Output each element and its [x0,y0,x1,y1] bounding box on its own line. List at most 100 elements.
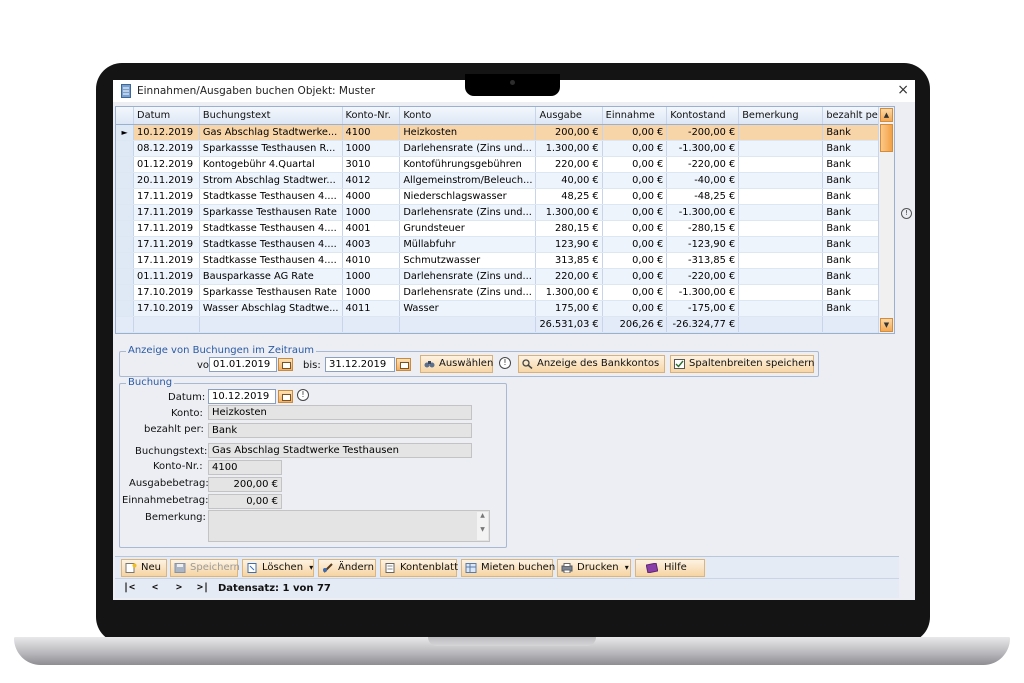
table-row[interactable]: 17.10.2019 Wasser Abschlag Stadtwe... 4011… [116,300,894,317]
row-indicator[interactable] [116,140,135,157]
booking-text-field[interactable]: Gas Abschlag Stadtwerke Testhausen [208,443,472,458]
next-record-button[interactable]: > [169,581,189,597]
first-record-button[interactable]: |< [119,581,139,597]
grid-cell: 1000 [342,140,401,157]
table-row[interactable]: ► 10.12.2019 Gas Abschlag Stadtwerke... 410… [116,124,894,141]
close-button[interactable]: × [897,82,909,98]
grid-column-header[interactable]: Konto-Nr. [342,107,401,125]
row-indicator[interactable] [116,156,135,173]
grid-column-header[interactable]: Einnahme [602,107,668,125]
info-icon[interactable]: ! [499,357,511,369]
booking-calendar-icon[interactable] [278,390,293,403]
table-row[interactable]: 17.10.2019 Sparkasse Testhausen Rate 1000 D… [116,284,894,301]
row-indicator[interactable] [116,204,135,221]
save-column-widths-button[interactable]: Spaltenbreiten speichern [670,355,815,373]
from-date-input[interactable]: 01.01.2019 [209,357,277,372]
grid-column-header[interactable]: Ausgabe [535,107,603,125]
previous-record-button[interactable]: < [145,581,165,597]
grid-cell: Kontogebühr 4.Quartal [199,156,343,173]
chevron-down-icon[interactable]: ▾ [309,563,313,572]
expense-amount-field[interactable]: 200,00 € [208,477,282,492]
table-row[interactable]: 17.11.2019 Stadtkasse Testhausen 4.... 400… [116,220,894,237]
grid-column-header[interactable]: Bemerkung [738,107,824,125]
bookings-table: Datum Buchungstext Konto-Nr. Konto Ausgabe Ei… [116,107,894,333]
print-button[interactable]: Drucken ▾ [557,559,631,577]
total-cell [738,315,824,333]
grid-cell: Darlehensrate (Zins und... [399,284,537,301]
show-bank-account-label: Anzeige des Bankkontos [537,358,660,369]
info-icon[interactable]: ! [297,389,309,401]
grid-cell: 0,00 € [602,188,668,205]
to-date-input[interactable]: 31.12.2019 [325,357,395,372]
grid-cell: Wasser Abschlag Stadtwe... [199,300,343,317]
table-row[interactable]: 20.11.2019 Strom Abschlag Stadtwer... 4012… [116,172,894,189]
show-bank-account-button[interactable]: Anzeige des Bankkontos [518,355,665,373]
grid-cell: Grundsteuer [399,220,537,237]
grid-cell: Kontoführungsgebühren [399,156,537,173]
scroll-down-arrow-icon[interactable]: ▼ [880,318,893,332]
account-field[interactable]: Heizkosten [208,405,472,420]
grid-cell: 220,00 € [535,156,603,173]
book-rent-button[interactable]: Mieten buchen [461,559,555,577]
new-button[interactable]: Neu [121,559,167,577]
info-icon[interactable]: ! [901,208,912,219]
save-button[interactable]: Speichern [170,559,240,577]
grid-cell: 280,15 € [535,220,603,237]
help-button[interactable]: Hilfe [635,559,705,577]
app-window: Einnahmen/Ausgaben buchen Objekt: Muster… [113,80,915,600]
grid-column-header[interactable]: Datum [133,107,200,125]
from-calendar-icon[interactable] [278,358,293,371]
printer-icon [561,563,573,573]
grid-cell: -313,85 € [666,252,740,269]
income-amount-field[interactable]: 0,00 € [208,494,282,509]
paid-by-field[interactable]: Bank [208,423,472,438]
to-calendar-icon[interactable] [396,358,411,371]
row-indicator[interactable] [116,268,135,285]
account-no-label: Konto-Nr.: [153,461,203,472]
grid-cell: 4010 [342,252,401,269]
row-indicator[interactable] [116,300,135,317]
remark-scrollbar[interactable]: ▲ ▼ [477,512,488,540]
booking-date-input[interactable]: 10.12.2019 [208,389,276,404]
row-indicator[interactable] [116,284,135,301]
row-indicator[interactable] [116,188,135,205]
grid-cell: Darlehensrate (Zins und... [399,268,537,285]
grid-vertical-scrollbar[interactable]: ▲ ▼ [878,107,894,333]
last-record-button[interactable]: >| [193,581,213,597]
grid-cell: 17.10.2019 [133,300,200,317]
remark-textarea[interactable]: ▲ ▼ [208,510,490,542]
total-cell [199,315,343,333]
row-indicator[interactable] [116,220,135,237]
table-row[interactable]: 17.11.2019 Stadtkasse Testhausen 4.... 401… [116,252,894,269]
grid-cell: 220,00 € [535,268,603,285]
row-indicator[interactable] [116,236,135,253]
totals-row: 26.531,03 €206,26 € -26.324,77 € [116,315,894,333]
row-indicator[interactable] [116,252,135,269]
table-row[interactable]: 17.11.2019 Stadtkasse Testhausen 4.... 400… [116,188,894,205]
grid-cell: 1000 [342,204,401,221]
grid-cell: 4003 [342,236,401,253]
table-row[interactable]: 17.11.2019 Stadtkasse Testhausen 4.... 400… [116,236,894,253]
grid-column-header[interactable]: Kontostand [666,107,740,125]
row-indicator[interactable] [116,172,135,189]
grid-body: ► 10.12.2019 Gas Abschlag Stadtwerke... 410… [116,124,894,333]
grid-cell: Sparkasse Testhausen Rate [199,204,343,221]
account-sheet-button[interactable]: Kontenblatt [380,559,458,577]
grid-cell: Sparkasse Testhausen Rate [199,284,343,301]
chevron-down-icon[interactable]: ▾ [625,563,629,572]
current-row-arrow-icon[interactable]: ► [116,124,135,141]
grid-column-header[interactable]: Konto [399,107,537,125]
delete-button[interactable]: Löschen ▾ [242,559,314,577]
scroll-up-arrow-icon[interactable]: ▲ [880,108,893,122]
grid-cell: -220,00 € [666,156,740,173]
table-row[interactable]: 17.11.2019 Sparkasse Testhausen Rate 1000 D… [116,204,894,221]
table-row[interactable]: 08.12.2019 Sparkassse Testhausen R... 1000… [116,140,894,157]
scroll-thumb[interactable] [880,124,893,152]
bookings-grid[interactable]: Datum Buchungstext Konto-Nr. Konto Ausgabe Ei… [115,106,895,334]
grid-column-header[interactable]: Buchungstext [199,107,343,125]
edit-button[interactable]: Ändern [318,559,376,577]
select-button[interactable]: Auswählen [420,355,493,373]
table-row[interactable]: 01.12.2019 Kontogebühr 4.Quartal 3010 Konto… [116,156,894,173]
table-row[interactable]: 01.11.2019 Bausparkasse AG Rate 1000 Darleh… [116,268,894,285]
laptop-hinge-groove [428,637,596,646]
